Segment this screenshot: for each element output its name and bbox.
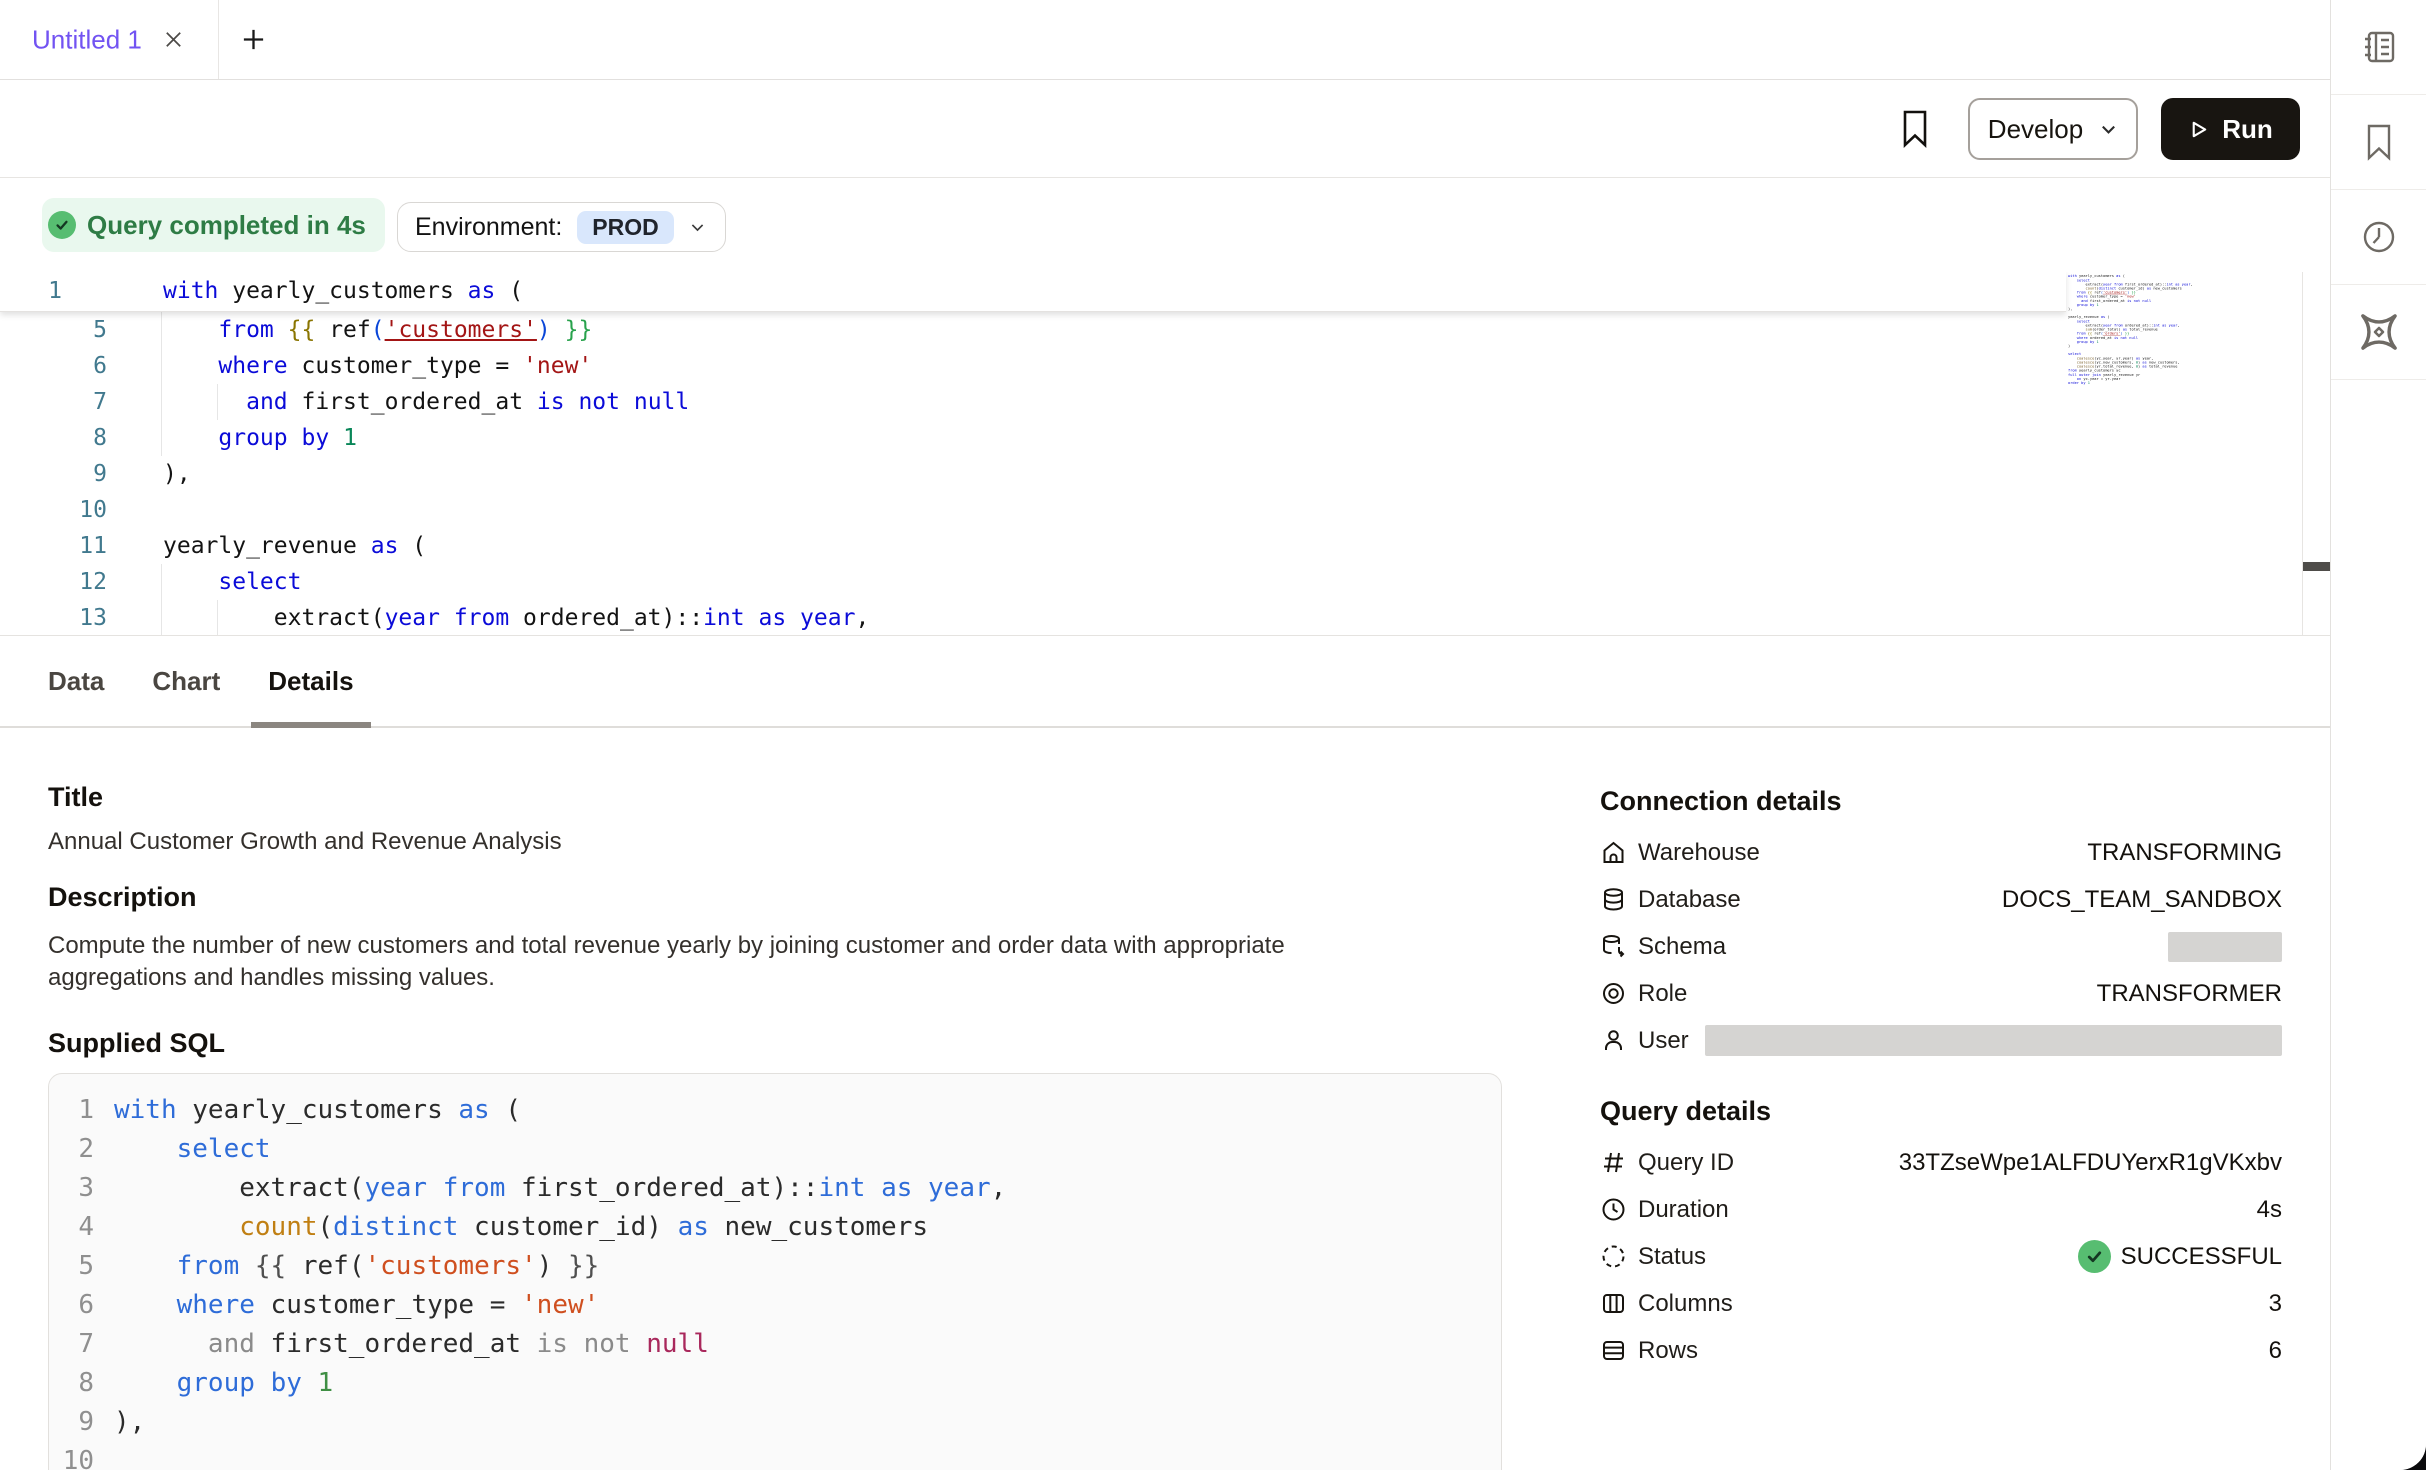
spinner-icon <box>1600 1243 1627 1270</box>
details-panel: Title Annual Customer Growth and Revenue… <box>0 728 2330 1470</box>
clock-icon <box>1600 1196 1627 1223</box>
connection-row-role: Role TRANSFORMER <box>1600 970 2282 1017</box>
editor-lines: 5 from {{ ref('customers') }}6 where cus… <box>0 312 2302 636</box>
connection-row-schema: Schema <box>1600 923 2282 970</box>
connection-row-database: Database DOCS_TEAM_SANDBOX <box>1600 876 2282 923</box>
query-status-text: Query completed in 4s <box>87 210 366 241</box>
code-line: 9), <box>49 1403 1501 1442</box>
code-line: 8 group by 1 <box>0 420 2302 456</box>
query-row-rows: Rows 6 <box>1600 1327 2282 1374</box>
hash-icon <box>1600 1149 1627 1176</box>
chevron-down-icon <box>2099 120 2118 139</box>
supplied-sql-heading: Supplied SQL <box>48 1028 225 1059</box>
supplied-sql-block: 1with yearly_customers as (2 select3 ext… <box>48 1073 1502 1470</box>
role-icon <box>1600 980 1627 1007</box>
code-line: 9), <box>0 456 2302 492</box>
code-line: 1with yearly_customers as ( <box>0 272 2066 311</box>
code-line: 1with yearly_customers as ( <box>49 1091 1501 1130</box>
run-label: Run <box>2222 114 2273 145</box>
check-circle-icon <box>48 211 76 239</box>
notebook-icon <box>2359 27 2399 67</box>
query-status-badge: Query completed in 4s <box>42 198 385 252</box>
description-heading: Description <box>48 882 197 913</box>
title-value: Annual Customer Growth and Revenue Analy… <box>48 828 562 856</box>
code-line: 7 and first_ordered_at is not null <box>0 384 2302 420</box>
user-icon <box>1600 1027 1627 1054</box>
history-clock-icon <box>2359 217 2399 257</box>
bookmarks-panel-button[interactable] <box>2331 95 2426 190</box>
schema-icon <box>1600 933 1627 960</box>
dbt-panel-button[interactable] <box>2331 285 2426 380</box>
schema-value-redacted <box>2168 932 2282 962</box>
editor-tab-bar: Untitled 1 <box>0 0 2330 80</box>
code-line: 12 select <box>0 564 2302 600</box>
connection-row-warehouse: Warehouse TRANSFORMING <box>1600 829 2282 876</box>
code-line: 3 extract(year from first_ordered_at)::i… <box>49 1169 1501 1208</box>
tab-details[interactable]: Details <box>251 636 370 726</box>
environment-value: PROD <box>577 211 673 244</box>
query-details-heading: Query details <box>1600 1096 1771 1127</box>
code-line: 6 where customer_type = 'new' <box>0 348 2302 384</box>
bookmark-icon <box>2363 122 2395 162</box>
title-heading: Title <box>48 782 103 813</box>
description-value: Compute the number of new customers and … <box>48 930 1358 993</box>
columns-icon <box>1600 1290 1627 1317</box>
tab-data[interactable]: Data <box>31 636 121 726</box>
code-line: 10 <box>49 1442 1501 1470</box>
chevron-down-icon <box>689 219 706 236</box>
columns-value: 3 <box>2269 1290 2282 1318</box>
code-line: 13 extract(year from ordered_at)::int as… <box>0 600 2302 636</box>
history-panel-button[interactable] <box>2331 190 2426 285</box>
code-line: 5 from {{ ref('customers') }} <box>49 1247 1501 1286</box>
code-line: 2 select <box>49 1130 1501 1169</box>
code-line: 7 and first_ordered_at is not null <box>49 1325 1501 1364</box>
rows-icon <box>1600 1337 1627 1364</box>
user-value-redacted <box>1705 1025 2282 1056</box>
results-tab-bar: Data Chart Details <box>0 636 2330 728</box>
notebook-panel-button[interactable] <box>2331 0 2426 95</box>
app-window: Untitled 1 Develop Run Query completed i… <box>0 0 2426 1470</box>
code-line: 4 count(distinct customer_id) as new_cus… <box>49 1208 1501 1247</box>
new-tab-button[interactable] <box>241 27 266 52</box>
connection-row-user: User <box>1600 1017 2282 1064</box>
query-id-value: 33TZseWpe1ALFDUYerxR1gVKxbv <box>1899 1149 2282 1177</box>
query-row-id: Query ID 33TZseWpe1ALFDUYerxR1gVKxbv <box>1600 1139 2282 1186</box>
environment-selector[interactable]: Environment: PROD <box>397 202 726 252</box>
duration-value: 4s <box>2257 1196 2282 1224</box>
code-line: 11yearly_revenue as ( <box>0 528 2302 564</box>
dbt-logo-icon <box>2356 309 2402 355</box>
database-icon <box>1600 886 1627 913</box>
details-left-column: Title Annual Customer Growth and Revenue… <box>48 728 1508 1470</box>
play-icon <box>2188 119 2209 140</box>
right-icon-strip <box>2330 0 2426 1470</box>
status-value: SUCCESSFUL <box>2078 1240 2282 1273</box>
bookmark-icon[interactable] <box>1901 109 1929 149</box>
tab-chart[interactable]: Chart <box>135 636 237 726</box>
sql-editor[interactable]: 5 from {{ ref('customers') }}6 where cus… <box>0 272 2330 636</box>
close-icon[interactable] <box>162 28 185 51</box>
query-row-status: Status SUCCESSFUL <box>1600 1233 2282 1280</box>
environment-label: Environment: <box>415 213 562 242</box>
develop-label: Develop <box>1988 114 2083 145</box>
query-row-duration: Duration 4s <box>1600 1186 2282 1233</box>
connection-details-heading: Connection details <box>1600 786 1842 817</box>
tab-title: Untitled 1 <box>32 24 142 55</box>
develop-dropdown[interactable]: Develop <box>1968 98 2138 160</box>
tab-untitled-1[interactable]: Untitled 1 <box>0 0 219 79</box>
sticky-line: 1with yearly_customers as ( <box>0 272 2066 312</box>
database-value: DOCS_TEAM_SANDBOX <box>2002 886 2282 914</box>
rows-value: 6 <box>2269 1337 2282 1365</box>
role-value: TRANSFORMER <box>2097 980 2282 1008</box>
toolbar: Develop Run <box>0 80 2330 178</box>
editor-minimap[interactable]: with yearly_customers as ( select extrac… <box>2068 274 2330 636</box>
warehouse-value: TRANSFORMING <box>2087 839 2282 867</box>
code-line: 5 from {{ ref('customers') }} <box>0 312 2302 348</box>
run-button[interactable]: Run <box>2161 98 2300 160</box>
code-line: 6 where customer_type = 'new' <box>49 1286 1501 1325</box>
warehouse-icon <box>1600 839 1627 866</box>
query-row-columns: Columns 3 <box>1600 1280 2282 1327</box>
code-line: 10 <box>0 492 2302 528</box>
code-line: 8 group by 1 <box>49 1364 1501 1403</box>
success-check-icon <box>2078 1240 2111 1273</box>
